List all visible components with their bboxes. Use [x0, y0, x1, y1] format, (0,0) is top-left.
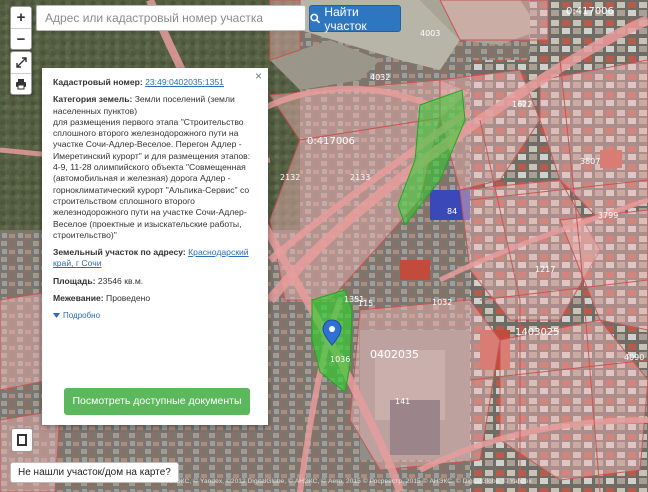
map-label: 0:417006: [307, 136, 355, 147]
more-details-label: Подробно: [63, 311, 101, 321]
search-input[interactable]: [36, 5, 306, 31]
land-category-row: Категория земель: Земли поселений (земли…: [53, 94, 258, 241]
print-button[interactable]: [11, 73, 31, 94]
map-label: 1351: [344, 295, 364, 304]
cadastral-number-link[interactable]: 23:49:0402035:1351: [145, 77, 224, 87]
cadastral-number-label: Кадастровый номер:: [53, 77, 143, 87]
search-icon: [310, 13, 321, 24]
area-label: Площадь:: [53, 275, 96, 286]
zoom-out-button[interactable]: −: [11, 28, 31, 49]
not-found-button[interactable]: Не нашли участок/дом на карте?: [10, 462, 179, 483]
printer-icon: [16, 79, 26, 90]
map-label: 0:417006: [566, 6, 614, 17]
area-value: 23546 кв.м.: [97, 275, 144, 286]
map-label: 1622: [512, 100, 532, 109]
search-button-label: Найти участок: [324, 4, 367, 33]
search-button[interactable]: Найти участок: [309, 4, 401, 33]
map-attribution: © АНЭКС, © Yandex, ©2012 DigitalGlobe, ©…: [160, 478, 532, 485]
book-icon: [17, 434, 27, 446]
legend-button[interactable]: [11, 428, 33, 452]
tool-controls: [10, 51, 32, 95]
area-row: Площадь: 23546 кв.м.: [53, 276, 258, 287]
map-label: 3807: [580, 157, 600, 166]
land-purpose-text: для размещения первого этапа "Строительс…: [53, 116, 251, 240]
caret-down-icon: [53, 313, 60, 319]
survey-row: Межевание: Проведено: [53, 293, 258, 304]
survey-label: Межевание:: [53, 293, 104, 304]
map-label: 1217: [535, 265, 555, 274]
land-category-label: Категория земель:: [53, 94, 133, 105]
close-icon[interactable]: ×: [255, 70, 262, 82]
map-label: 2133: [350, 173, 370, 182]
map-label: 0402035: [370, 348, 419, 361]
map-label: 1036: [330, 355, 350, 364]
address-row: Земельный участок по адресу: Краснодарск…: [53, 247, 258, 270]
map-label: 4032: [370, 73, 390, 82]
expand-icon: [15, 57, 27, 68]
map-label: 2132: [280, 173, 300, 182]
address-label: Земельный участок по адресу:: [53, 247, 186, 258]
zoom-controls: + −: [10, 6, 32, 50]
parcel-info-panel: × Кадастровый номер: 23:49:0402035:1351 …: [42, 68, 268, 425]
view-documents-button[interactable]: Посмотреть доступные документы: [64, 388, 250, 415]
more-details-link[interactable]: Подробно: [53, 310, 258, 321]
zoom-in-button[interactable]: +: [11, 7, 31, 28]
fullscreen-button[interactable]: [11, 52, 31, 73]
map-label: 84: [447, 207, 457, 216]
map-label: 1403025: [515, 327, 560, 338]
map-label: 141: [395, 397, 410, 406]
map-label: 4003: [420, 29, 440, 38]
cadastral-number-row: Кадастровый номер: 23:49:0402035:1351: [53, 77, 258, 88]
map-label: 1032: [432, 298, 452, 307]
survey-value: Проведено: [106, 293, 151, 304]
map-label: 4090: [624, 353, 644, 362]
map-label: 3799: [598, 211, 618, 220]
